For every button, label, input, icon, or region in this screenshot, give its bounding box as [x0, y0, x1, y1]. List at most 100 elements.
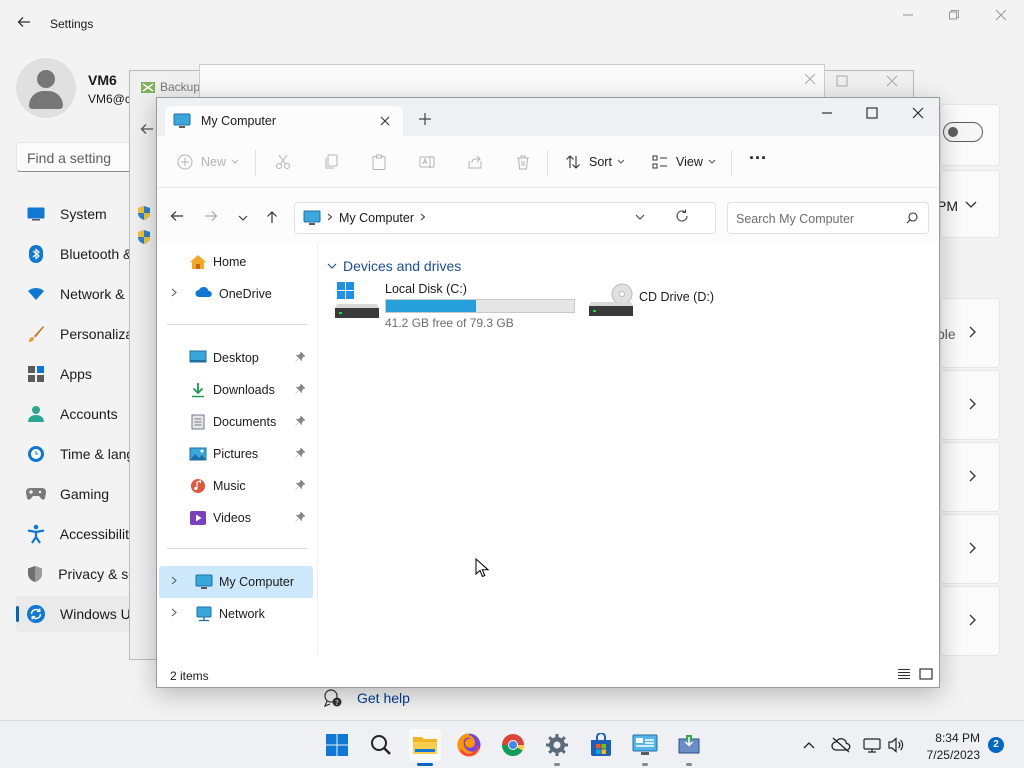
large-icons-view-icon[interactable]: [919, 668, 933, 680]
update-icon: [26, 604, 46, 624]
pin-icon[interactable]: [295, 415, 309, 429]
delete-button[interactable]: [515, 152, 531, 172]
new-button[interactable]: New: [177, 152, 239, 172]
sidebar-item-network[interactable]: Network &: [16, 276, 136, 312]
refresh-icon[interactable]: [675, 209, 689, 226]
cut-button[interactable]: [275, 152, 291, 172]
sidebar-item-privacy[interactable]: Privacy & se: [16, 556, 136, 592]
share-button[interactable]: [467, 152, 483, 172]
minimize-icon[interactable]: [817, 106, 837, 122]
details-view-icon[interactable]: [897, 668, 911, 680]
sidebar-item-accounts[interactable]: Accounts: [16, 396, 136, 432]
clock-date[interactable]: 7/25/2023: [912, 748, 980, 762]
settings-restore-icon[interactable]: [948, 8, 960, 24]
file-explorer-window: My Computer New Sort View ··· My Compute…: [156, 97, 940, 688]
cloud-offline-icon[interactable]: [831, 735, 851, 755]
firefox-icon[interactable]: [453, 729, 485, 761]
settings-minimize-icon[interactable]: [902, 8, 914, 24]
notification-badge[interactable]: 2: [988, 737, 1004, 753]
rename-button[interactable]: [419, 152, 435, 172]
chrome-icon[interactable]: [497, 729, 529, 761]
drive-cd-d[interactable]: CD Drive (D:): [589, 282, 714, 322]
apps-icon: [26, 364, 46, 384]
tab-my-computer[interactable]: My Computer: [165, 106, 403, 136]
back-arrow-icon[interactable]: [16, 14, 32, 30]
back-button[interactable]: [169, 210, 185, 225]
view-button[interactable]: View: [652, 152, 716, 172]
more-options-button[interactable]: ···: [749, 148, 767, 168]
address-dropdown-icon[interactable]: [635, 211, 645, 223]
windows-start-icon[interactable]: [321, 729, 353, 761]
sidebar-item-onedrive[interactable]: OneDrive: [159, 278, 313, 310]
sidebar-item-my-computer[interactable]: My Computer: [159, 566, 313, 598]
sidebar-item-bluetooth[interactable]: Bluetooth &: [16, 236, 136, 272]
pin-icon[interactable]: [295, 383, 309, 397]
sidebar-item-network[interactable]: Network: [159, 598, 313, 630]
tab-close-icon[interactable]: [375, 113, 395, 130]
control-panel-icon[interactable]: [629, 729, 661, 766]
sidebar-item-videos[interactable]: Videos: [159, 502, 313, 534]
find-setting-input[interactable]: Find a setting: [16, 142, 136, 172]
dialog-close-icon[interactable]: [804, 73, 816, 88]
pin-icon[interactable]: [295, 351, 309, 365]
get-help-link[interactable]: ? Get help: [323, 688, 410, 708]
paste-button[interactable]: [371, 152, 387, 172]
sidebar-item-gaming[interactable]: Gaming: [16, 476, 136, 512]
backup-maximize-icon[interactable]: [836, 75, 848, 90]
settings-toggle[interactable]: [943, 122, 983, 142]
new-tab-button[interactable]: [419, 110, 431, 128]
drive-local-disk-c[interactable]: Local Disk (C:) 41.2 GB free of 79.3 GB: [335, 282, 575, 330]
sidebar-item-desktop[interactable]: Desktop: [159, 342, 313, 374]
sidebar-item-music[interactable]: Music: [159, 470, 313, 502]
volume-icon[interactable]: [886, 735, 906, 755]
search-input[interactable]: Search My Computer: [727, 202, 929, 234]
chevron-right-icon[interactable]: [167, 608, 181, 620]
address-bar[interactable]: My Computer: [294, 202, 716, 234]
sidebar-item-system[interactable]: System: [16, 196, 136, 232]
sidebar-item-documents[interactable]: Documents: [159, 406, 313, 438]
close-icon[interactable]: [908, 106, 928, 122]
backup-close-icon[interactable]: [886, 75, 898, 90]
forward-button[interactable]: [203, 210, 219, 225]
sidebar-item-apps[interactable]: Apps: [16, 356, 136, 392]
settings-close-icon[interactable]: [995, 8, 1007, 24]
monitor-icon: [173, 113, 191, 129]
sidebar-item-accessibility[interactable]: Accessibility: [16, 516, 136, 552]
sidebar-item-pictures[interactable]: Pictures: [159, 438, 313, 470]
recent-locations-button[interactable]: [235, 210, 251, 224]
settings-card-pm[interactable]: PM: [937, 170, 1000, 238]
copy-button[interactable]: [323, 152, 339, 172]
sidebar-item-personalization[interactable]: Personaliza: [16, 316, 136, 352]
dialog-window: [199, 64, 825, 98]
up-button[interactable]: [264, 210, 280, 227]
sidebar-item-windows-update[interactable]: Windows U: [16, 596, 136, 632]
file-explorer-icon[interactable]: [409, 729, 441, 766]
network-status-icon[interactable]: [862, 735, 882, 755]
maximize-icon[interactable]: [862, 106, 882, 122]
search-icon[interactable]: [365, 729, 397, 761]
settings-card-1[interactable]: ple: [937, 298, 1000, 368]
mouse-cursor-icon: [475, 557, 490, 578]
chevron-right-icon[interactable]: [167, 576, 181, 588]
settings-card-3[interactable]: [940, 442, 1000, 512]
sort-button[interactable]: Sort: [565, 152, 625, 172]
pin-icon[interactable]: [295, 447, 309, 461]
settings-card-4[interactable]: [940, 514, 1000, 584]
chevron-right-icon[interactable]: [167, 288, 181, 300]
sidebar-item-home[interactable]: Home: [159, 246, 313, 278]
backup-back-icon[interactable]: [140, 123, 154, 138]
settings-card-5[interactable]: [940, 586, 1000, 656]
show-hidden-icons-chevron-icon[interactable]: [799, 735, 819, 755]
backup-app-icon[interactable]: [673, 729, 705, 766]
pin-icon[interactable]: [295, 511, 309, 525]
sidebar-item-time-language[interactable]: Time & lang: [16, 436, 136, 472]
breadcrumb[interactable]: My Computer: [339, 211, 414, 225]
settings-icon[interactable]: [541, 729, 573, 766]
clock-time[interactable]: 8:34 PM: [920, 731, 980, 745]
store-icon[interactable]: [585, 729, 617, 761]
avatar[interactable]: [16, 58, 76, 118]
devices-drives-group-header[interactable]: Devices and drives: [327, 258, 461, 274]
settings-card-2[interactable]: [940, 370, 1000, 440]
sidebar-item-downloads[interactable]: Downloads: [159, 374, 313, 406]
pin-icon[interactable]: [295, 479, 309, 493]
